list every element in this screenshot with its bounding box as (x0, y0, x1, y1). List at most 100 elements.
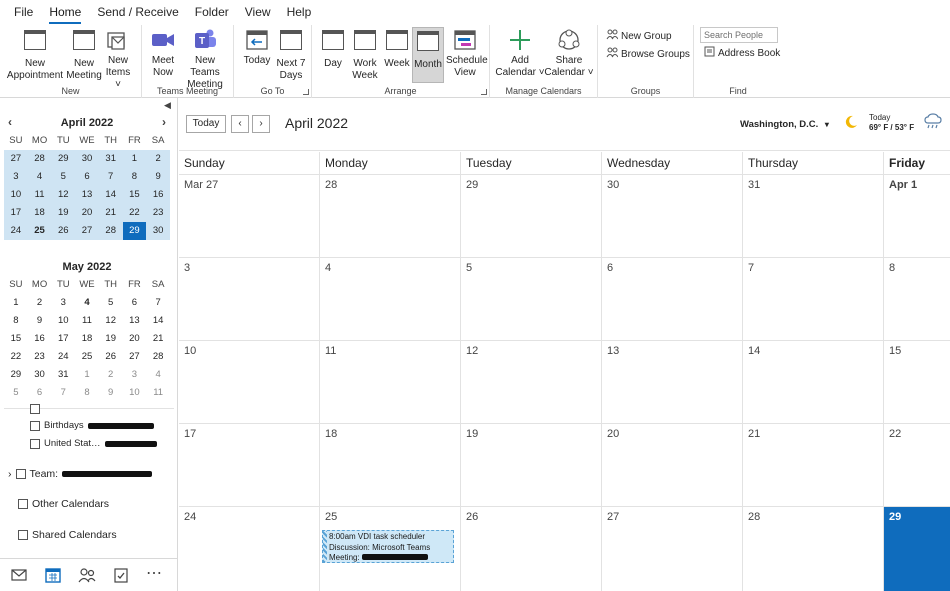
calendar-group-other[interactable]: Other Calendars (18, 498, 109, 510)
team-checkbox[interactable] (15, 469, 26, 479)
mini-calendar-day[interactable]: 16 (28, 330, 52, 348)
mini-calendar-day[interactable]: 8 (75, 384, 99, 402)
day-cell[interactable]: 29 (461, 175, 602, 257)
day-cell[interactable]: 13 (602, 341, 743, 423)
search-people-input[interactable]: Search People (700, 27, 778, 43)
tab-file[interactable]: File (6, 0, 41, 25)
mini-calendar-day[interactable]: 28 (146, 348, 170, 366)
goto-dialog-launcher[interactable] (303, 89, 309, 95)
day-cell[interactable]: 20 (602, 424, 743, 506)
prev-month-icon[interactable]: ‹ (8, 115, 12, 129)
people-icon[interactable] (78, 567, 96, 583)
day-cell[interactable]: 30 (602, 175, 743, 257)
day-cell[interactable]: 17 (179, 424, 320, 506)
mini-calendar-day[interactable]: 5 (4, 384, 28, 402)
previous-button[interactable]: ‹ (231, 115, 249, 133)
mini-calendar-day[interactable]: 14 (98, 186, 123, 204)
mini-calendar-day[interactable]: 17 (4, 204, 28, 222)
mini-calendar-day[interactable]: 7 (51, 384, 75, 402)
birthdays-checkbox[interactable] (30, 420, 40, 431)
calendar-folder-partial[interactable] (30, 404, 40, 414)
day-cell[interactable]: 6 (602, 258, 743, 340)
mini-calendar-day[interactable]: 2 (99, 366, 123, 384)
mini-calendar-day[interactable]: 14 (146, 312, 170, 330)
mini-calendar-day[interactable]: 25 (27, 222, 52, 240)
mini-calendar-day[interactable]: 12 (51, 186, 76, 204)
day-cell[interactable]: 27 (602, 507, 743, 591)
mini-calendar-day[interactable]: 28 (98, 222, 123, 240)
mini-calendar-day[interactable]: 11 (27, 186, 52, 204)
mini-calendar-day[interactable]: 27 (123, 348, 147, 366)
mini-calendar-day[interactable]: 6 (75, 168, 99, 186)
mini-calendar-day[interactable]: 20 (75, 204, 99, 222)
mini-calendar-day[interactable]: 18 (75, 330, 99, 348)
tab-folder[interactable]: Folder (187, 0, 237, 25)
mini-calendar-day[interactable]: 27 (75, 222, 99, 240)
next-month-icon[interactable]: › (162, 115, 166, 129)
mini-calendar-day[interactable]: 3 (123, 366, 147, 384)
day-cell[interactable]: 3 (179, 258, 320, 340)
arrange-dialog-launcher[interactable] (481, 89, 487, 95)
new-items-button[interactable]: New Items ˅ (102, 27, 134, 91)
mini-calendar-day[interactable]: 11 (146, 384, 170, 402)
day-cell[interactable]: Apr 1 (884, 175, 950, 257)
mini-calendar-day[interactable]: 22 (4, 348, 28, 366)
goto-today-button[interactable]: Today (240, 27, 274, 67)
mini-calendar-day[interactable]: 2 (28, 294, 52, 312)
calendar-event[interactable]: 8:00am VDI task scheduler Discussion: Mic… (322, 530, 454, 563)
tab-help[interactable]: Help (279, 0, 320, 25)
mini-calendar-day[interactable]: 10 (51, 312, 75, 330)
mini-calendar-day[interactable]: 22 (122, 204, 147, 222)
mini-calendar-day[interactable]: 4 (27, 168, 52, 186)
mini-calendar-day[interactable]: 20 (123, 330, 147, 348)
mini-calendar-day[interactable]: 29 (51, 150, 76, 168)
mini-calendar-day[interactable]: 11 (75, 312, 99, 330)
day-cell[interactable]: 22 (884, 424, 950, 506)
mini-calendar-day[interactable]: 19 (51, 204, 76, 222)
mini-calendar-day[interactable]: 27 (4, 150, 28, 168)
day-cell[interactable]: 25 8:00am VDI task scheduler Discussion: M… (320, 507, 461, 591)
weather-location-dropdown[interactable]: Washington, D.C. ▾ (740, 119, 829, 130)
share-calendar-button[interactable]: Share Calendar ˅ (544, 27, 594, 79)
work-week-view-button[interactable]: Work Week (350, 27, 380, 82)
new-meeting-button[interactable]: New Meeting (66, 27, 102, 82)
week-view-button[interactable]: Week (382, 27, 412, 70)
mini-calendar-day[interactable]: 28 (27, 150, 52, 168)
other-calendars-checkbox[interactable] (18, 499, 28, 509)
day-cell[interactable]: 28 (320, 175, 461, 257)
tab-home[interactable]: Home (41, 0, 89, 25)
mini-calendar-day[interactable]: 31 (51, 366, 75, 384)
month-view-button[interactable]: Month (412, 27, 444, 83)
mini-calendar-day[interactable]: 10 (4, 186, 28, 204)
mini-calendar-day[interactable]: 3 (4, 168, 28, 186)
holidays-checkbox[interactable] (30, 438, 40, 449)
calendar-folder-birthdays[interactable]: Birthdays (30, 420, 154, 431)
mini-calendar-day[interactable]: 31 (98, 150, 123, 168)
mini-calendar-day[interactable]: 8 (4, 312, 28, 330)
mini-calendar-day[interactable]: 1 (75, 366, 99, 384)
mini-calendar-day[interactable]: 30 (75, 150, 99, 168)
mini-calendar-day[interactable]: 9 (28, 312, 52, 330)
mini-calendar-day[interactable]: 24 (51, 348, 75, 366)
mini-calendar-day[interactable]: 10 (123, 384, 147, 402)
day-cell[interactable]: 14 (743, 341, 884, 423)
more-icon[interactable]: ⋯ (146, 566, 164, 583)
day-cell[interactable]: 5 (461, 258, 602, 340)
day-cell[interactable]: 29 (884, 507, 950, 591)
mini-calendar-day[interactable]: 19 (99, 330, 123, 348)
day-cell[interactable]: 31 (743, 175, 884, 257)
today-button[interactable]: Today (186, 115, 226, 133)
calendar-folder-holidays[interactable]: United Stat… (30, 438, 157, 449)
day-cell[interactable]: 7 (743, 258, 884, 340)
mini-calendar-day[interactable]: 3 (51, 294, 75, 312)
day-cell[interactable]: 10 (179, 341, 320, 423)
mini-calendar-day[interactable]: 12 (99, 312, 123, 330)
mini-calendar-day[interactable]: 4 (146, 366, 170, 384)
shared-calendars-checkbox[interactable] (18, 530, 28, 540)
mini-calendar-day[interactable]: 26 (51, 222, 76, 240)
day-view-button[interactable]: Day (318, 27, 348, 70)
add-calendar-button[interactable]: Add Calendar ˅ (494, 27, 546, 79)
mini-calendar-day[interactable]: 16 (146, 186, 170, 204)
day-cell[interactable]: Mar 27 (179, 175, 320, 257)
mini-calendar-day[interactable]: 1 (4, 294, 28, 312)
